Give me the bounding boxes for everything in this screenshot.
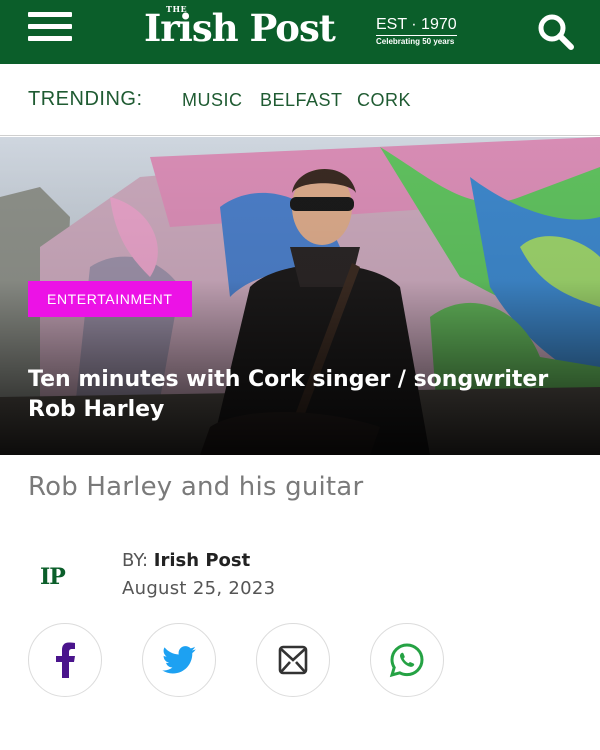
logo-est: EST · 1970 [376, 16, 457, 36]
byline: BY: Irish Post [122, 550, 250, 571]
trending-link-belfast[interactable]: BELFAST [260, 90, 343, 111]
trending-link-music[interactable]: MUSIC [182, 90, 243, 111]
author-avatar[interactable]: IP [40, 564, 66, 590]
image-caption: Rob Harley and his guitar [28, 472, 364, 502]
menu-bar [28, 24, 72, 29]
trending-link-cork[interactable]: CORK [357, 90, 411, 111]
facebook-icon [56, 642, 75, 678]
byline-label: BY: [122, 550, 149, 571]
share-twitter-button[interactable] [142, 623, 216, 697]
twitter-icon [162, 646, 196, 674]
hero-article[interactable]: ENTERTAINMENT Ten minutes with Cork sing… [0, 137, 600, 455]
share-email-button[interactable] [256, 623, 330, 697]
site-logo[interactable]: THE Irish Post EST · 1970 Celebrating 50… [144, 2, 464, 60]
trending-label: TRENDING: [28, 88, 143, 110]
category-badge[interactable]: ENTERTAINMENT [28, 281, 192, 317]
logo-tagline: Celebrating 50 years [376, 37, 455, 46]
menu-bar [28, 12, 72, 17]
email-icon [278, 645, 308, 675]
publish-date: August 25, 2023 [122, 578, 276, 599]
article-headline[interactable]: Ten minutes with Cork singer / songwrite… [28, 365, 568, 425]
share-facebook-button[interactable] [28, 623, 102, 697]
search-icon[interactable] [536, 12, 576, 52]
trending-bar: TRENDING: MUSIC BELFAST CORK [0, 64, 600, 136]
author-name[interactable]: Irish Post [154, 550, 250, 571]
site-header: THE Irish Post EST · 1970 Celebrating 50… [0, 0, 600, 64]
hamburger-menu-icon[interactable] [28, 12, 72, 52]
menu-bar [28, 36, 72, 41]
share-whatsapp-button[interactable] [370, 623, 444, 697]
whatsapp-icon [389, 643, 424, 678]
logo-name: Irish Post [144, 6, 336, 50]
